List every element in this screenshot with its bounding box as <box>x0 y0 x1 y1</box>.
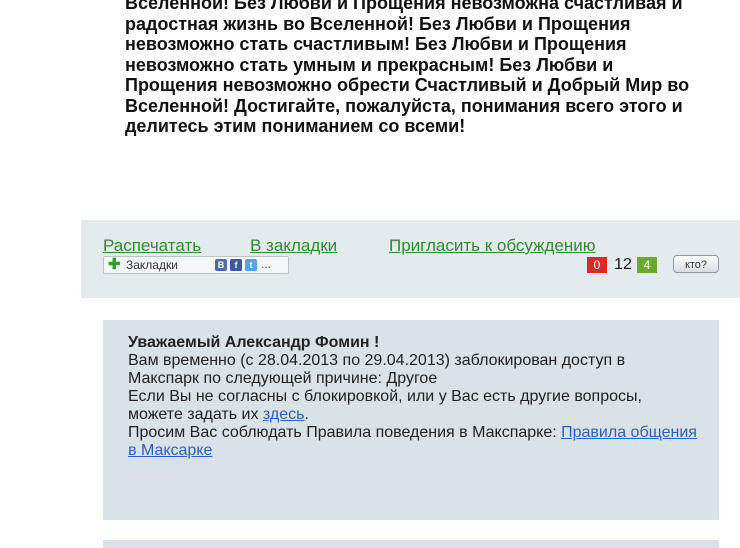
bookmarks-share-widget[interactable]: ✚ Закладки В f t ... <box>103 256 289 274</box>
more-services-button[interactable]: ... <box>261 257 271 271</box>
notice-rules-line: Просим Вас соблюдать Правила поведения в… <box>128 424 698 460</box>
block-notice-content: Уважаемый Александр Фомин ! Вам временно… <box>128 334 698 460</box>
next-section-box <box>103 540 719 548</box>
invite-discussion-link[interactable]: Пригласить к обсуждению <box>389 236 595 256</box>
facebook-icon[interactable]: f <box>230 259 242 271</box>
notice-title: Уважаемый Александр Фомин ! <box>128 334 380 351</box>
notice-contact-text: Если Вы не согласны с блокировкой, или у… <box>128 388 642 423</box>
print-link[interactable]: Распечатать <box>103 236 201 256</box>
post-paragraph: Вселенной! Без Любви и Прощения невозмож… <box>125 0 690 136</box>
notice-rules-text: Просим Вас соблюдать Правила поведения в… <box>128 424 562 441</box>
twitter-icon[interactable]: t <box>245 259 257 271</box>
notice-contact-line: Если Вы не согласны с блокировкой, или у… <box>128 388 698 424</box>
notice-block-reason: Вам временно (с 28.04.2013 по 29.04.2013… <box>128 352 626 387</box>
post-action-bar: Распечатать В закладки Пригласить к обсу… <box>81 220 740 298</box>
block-notice-box: Уважаемый Александр Фомин ! Вам временно… <box>103 320 719 520</box>
positive-vote-count[interactable]: 4 <box>637 257 657 273</box>
who-voted-button[interactable]: кто? <box>673 255 719 273</box>
bookmarks-label: Закладки <box>126 258 178 272</box>
plus-icon: ✚ <box>108 256 121 273</box>
negative-vote-count[interactable]: 0 <box>587 257 607 273</box>
total-vote-count: 12 <box>614 256 632 273</box>
add-bookmark-link[interactable]: В закладки <box>250 236 337 256</box>
contact-here-link[interactable]: здесь <box>263 406 305 423</box>
vk-icon[interactable]: В <box>215 259 227 271</box>
notice-contact-end: . <box>304 406 309 423</box>
